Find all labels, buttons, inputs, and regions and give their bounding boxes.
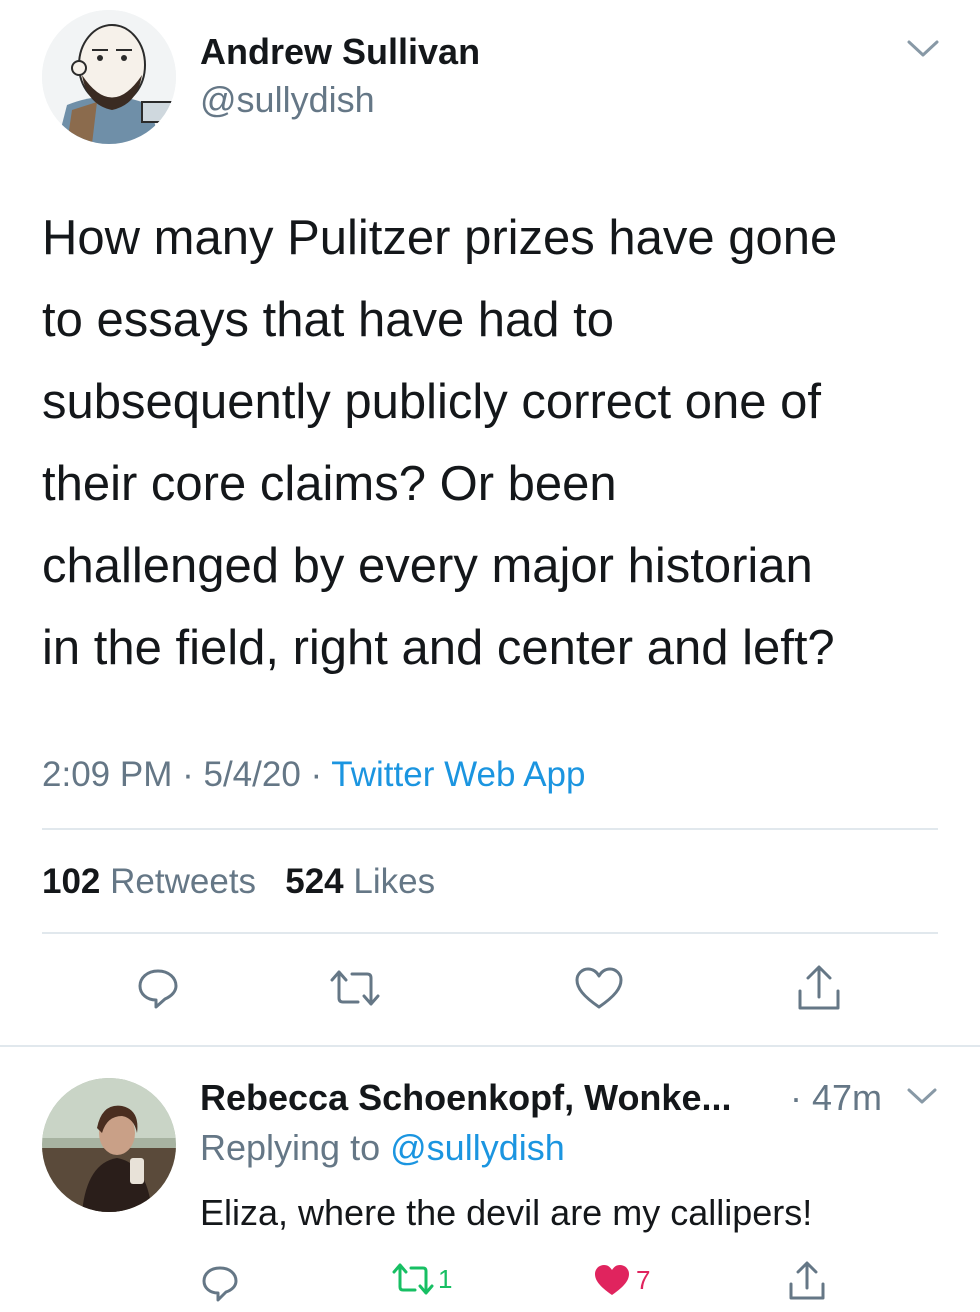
retweet-icon[interactable]	[328, 968, 382, 1008]
tweet-source-link[interactable]: Twitter Web App	[331, 755, 585, 794]
likes-count: 524	[285, 862, 344, 901]
divider	[42, 828, 938, 830]
like-icon	[592, 1262, 632, 1298]
tweet-text-line: subsequently publicly correct one of	[42, 375, 821, 429]
tweet-time[interactable]: 2:09 PM	[42, 755, 172, 794]
reply-icon[interactable]	[200, 1264, 240, 1304]
reply-author-avatar[interactable]	[42, 1078, 176, 1212]
chevron-down-icon[interactable]	[905, 1085, 939, 1107]
author-handle[interactable]: @sullydish	[200, 79, 375, 121]
reply-author-name[interactable]: Rebecca Schoenkopf, Wonke...	[200, 1077, 731, 1119]
likes-label: Likes	[353, 862, 436, 901]
replying-to: Replying to @sullydish	[200, 1127, 565, 1169]
chevron-down-icon[interactable]	[905, 36, 941, 60]
share-icon[interactable]	[795, 963, 843, 1013]
retweet-icon	[390, 1262, 436, 1296]
reply-like-count: 7	[636, 1264, 651, 1295]
meta-separator: ·	[310, 755, 323, 794]
like-icon[interactable]	[573, 965, 625, 1011]
tweet-text: How many Pulitzer prizes have gone to es…	[42, 197, 962, 689]
retweets-count: 102	[42, 862, 101, 901]
reply-retweet-action[interactable]: 1	[390, 1262, 452, 1296]
reply-age[interactable]: · 47m	[790, 1077, 882, 1119]
retweets-label: Retweets	[110, 862, 257, 901]
divider	[0, 1045, 980, 1047]
likes-stat[interactable]: 524 Likes	[285, 862, 435, 901]
meta-separator: ·	[182, 755, 194, 794]
author-name[interactable]: Andrew Sullivan	[200, 31, 480, 73]
share-icon[interactable]	[787, 1260, 827, 1302]
replying-handle[interactable]: @sullydish	[390, 1127, 565, 1168]
retweets-stat[interactable]: 102 Retweets	[42, 862, 256, 901]
reply-like-action[interactable]: 7	[592, 1262, 650, 1298]
tweet-text-line: challenged by every major historian	[42, 539, 813, 593]
reply-retweet-count: 1	[438, 1263, 453, 1294]
author-avatar[interactable]	[42, 10, 176, 144]
tweet-text-line: their core claims? Or been	[42, 457, 617, 511]
reply-text: Eliza, where the devil are my callipers!	[200, 1192, 813, 1233]
reply-icon[interactable]	[135, 965, 181, 1011]
tweet-text-line: to essays that have had to	[42, 293, 615, 347]
tweet-text-line: How many Pulitzer prizes have gone	[42, 211, 838, 265]
divider	[42, 932, 938, 934]
reply-avatar-photo	[42, 1078, 176, 1212]
replying-prefix: Replying to	[200, 1127, 381, 1168]
tweet-meta: 2:09 PM · 5/4/20 · Twitter Web App	[42, 755, 585, 795]
avatar-illustration	[42, 10, 176, 144]
tweet-date[interactable]: 5/4/20	[203, 755, 300, 794]
tweet-stats: 102 Retweets 524 Likes	[42, 862, 435, 902]
tweet-text-line: in the field, right and center and left?	[42, 621, 835, 675]
